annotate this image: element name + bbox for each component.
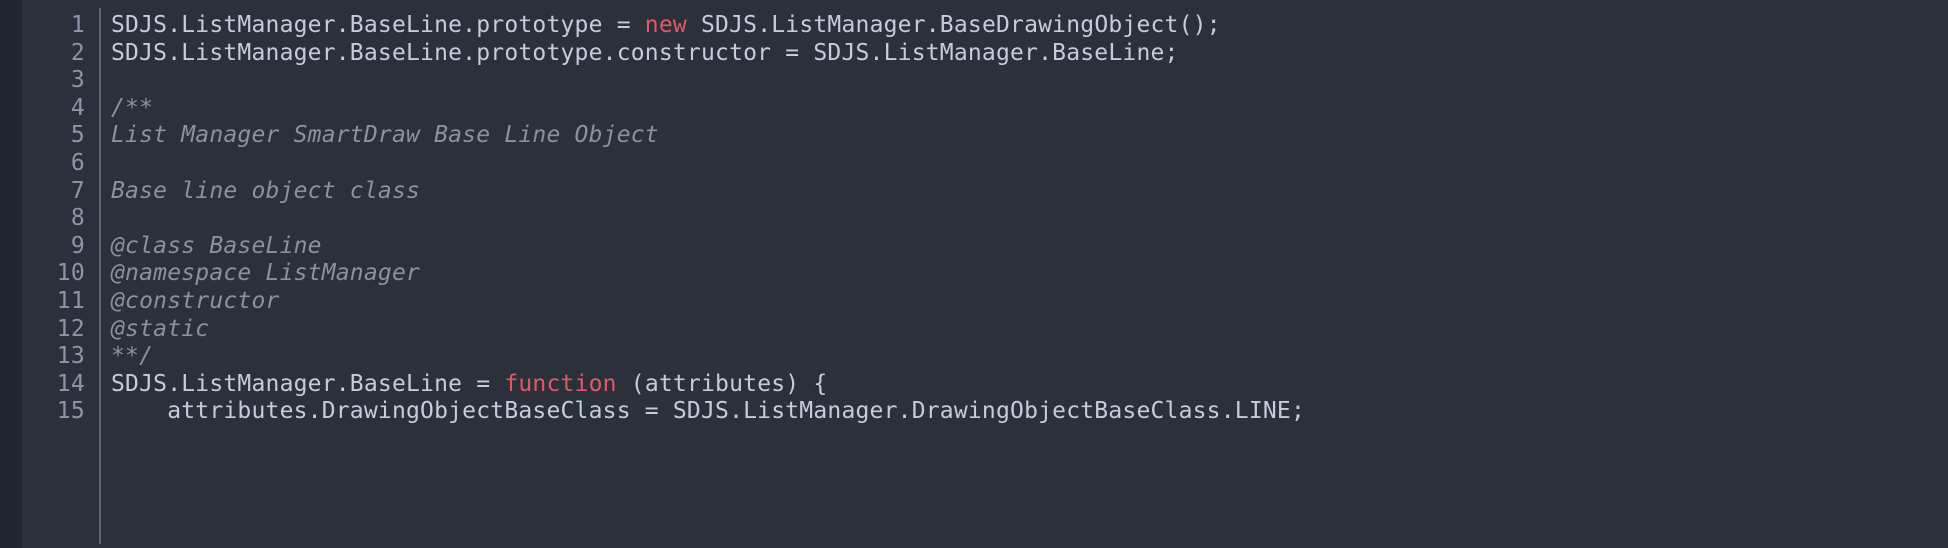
code-token: SDJS.ListManager.BaseDrawingObject(); [686,12,1221,38]
code-line-list: SDJS.ListManager.BaseLine.prototype = ne… [111,12,1948,426]
code-line: Base line object class [111,178,1948,206]
comment-token: @class BaseLine [111,232,322,259]
comment-token: @namespace ListManager [111,260,421,287]
code-line: SDJS.ListManager.BaseLine.prototype = ne… [111,12,1948,40]
code-token: (attributes) { [616,370,828,397]
keyword-token: function [504,370,617,397]
code-content-area[interactable]: SDJS.ListManager.BaseLine.prototype = ne… [101,0,1948,548]
code-editor[interactable]: 1 2 3 4 5 6 7 8 9 10 11 12 13 14 15 SDJS.ListManager.B… [0,0,1948,548]
comment-token: **/ [111,343,154,370]
code-line: List Manager SmartDraw Base Line Object [111,122,1948,150]
editor-left-edge-strip [0,0,22,548]
code-token: SDJS.ListManager.BaseLine.prototype = [111,12,645,38]
code-token: SDJS.ListManager.BaseLine.prototype.cons… [111,39,1179,66]
code-line: @class BaseLine [111,233,1948,261]
comment-token: List Manager SmartDraw Base Line Object [111,122,659,149]
code-line: attributes.DrawingObjectBaseClass = SDJS… [111,398,1948,426]
keyword-token: new [644,12,687,38]
comment-token: @static [111,315,210,342]
code-token: attributes.DrawingObjectBaseClass = SDJS… [111,398,1306,425]
code-line: @constructor [111,288,1948,316]
code-token: SDJS.ListManager.BaseLine = [111,370,505,397]
comment-token: /** [111,94,154,121]
comment-token: @constructor [111,287,280,314]
code-line: SDJS.ListManager.BaseLine.prototype.cons… [111,40,1948,68]
code-line: @namespace ListManager [111,260,1948,288]
code-line: SDJS.ListManager.BaseLine = function (at… [111,371,1948,399]
code-line: @static [111,316,1948,344]
code-line: /** [111,95,1948,123]
comment-token: Base line object class [111,177,421,204]
code-line: **/ [111,343,1948,371]
gutter-separator-rule [99,8,101,544]
